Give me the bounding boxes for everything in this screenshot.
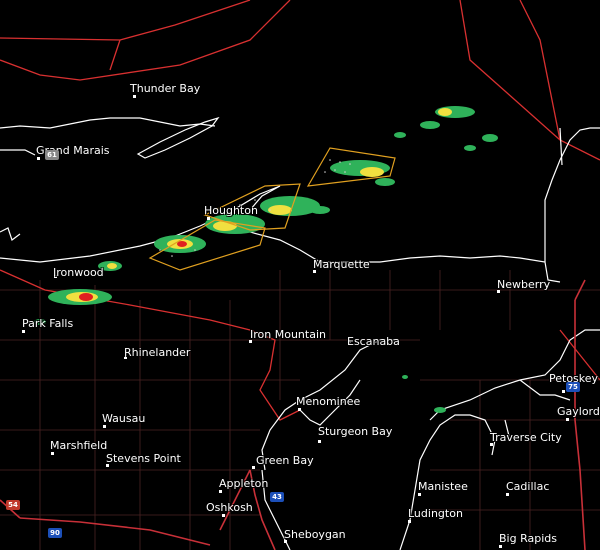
city-dot xyxy=(318,440,321,443)
city-label-cadillac: Cadillac xyxy=(506,480,550,493)
city-label-manistee: Manistee xyxy=(418,480,468,493)
city-dot xyxy=(51,452,54,455)
city-dot xyxy=(506,493,509,496)
city-label-oshkosh: Oshkosh xyxy=(206,501,253,514)
city-dot xyxy=(562,390,565,393)
city-dot xyxy=(207,217,210,220)
city-label-sheboygan: Sheboygan xyxy=(284,528,346,541)
city-label-thunder-bay: Thunder Bay xyxy=(130,82,201,95)
interstate-43-shield: 43 xyxy=(270,492,284,502)
city-dot xyxy=(499,545,502,548)
city-dot xyxy=(133,95,136,98)
city-label-escanaba: Escanaba xyxy=(347,335,400,348)
city-label-park-falls: Park Falls xyxy=(22,317,74,330)
city-label-newberry: Newberry xyxy=(497,278,551,291)
interstates xyxy=(0,279,586,550)
city-label-traverse-city: Traverse City xyxy=(490,431,562,444)
city-label-rhinelander: Rhinelander xyxy=(124,346,191,359)
city-dot xyxy=(37,157,40,160)
city-dot xyxy=(252,466,255,469)
radar-map: Thunder Bay Grand Marais Houghton Ironwo… xyxy=(0,0,600,550)
city-dot xyxy=(219,490,222,493)
city-dot xyxy=(418,493,421,496)
city-label-ironwood: Ironwood xyxy=(53,266,104,279)
city-label-marquette: Marquette xyxy=(313,258,370,271)
city-dot xyxy=(222,514,225,517)
city-dot xyxy=(298,408,301,411)
city-label-iron-mountain: Iron Mountain xyxy=(250,328,326,341)
city-label-sturgeon-bay: Sturgeon Bay xyxy=(318,425,393,438)
city-label-stevens-point: Stevens Point xyxy=(106,452,181,465)
highway-61-shield: 61 xyxy=(45,150,59,160)
city-label-green-bay: Green Bay xyxy=(256,454,314,467)
city-dot xyxy=(22,330,25,333)
city-label-gaylord: Gaylord xyxy=(557,405,600,418)
city-label-appleton: Appleton xyxy=(219,477,269,490)
city-label-houghton: Houghton xyxy=(204,204,258,217)
city-dot xyxy=(103,425,106,428)
interstate-75-shield: 75 xyxy=(566,382,580,392)
city-label-ludington: Ludington xyxy=(408,507,463,520)
city-label-big-rapids: Big Rapids xyxy=(499,532,557,545)
city-label-wausau: Wausau xyxy=(102,412,146,425)
highway-54-shield: 54 xyxy=(6,500,20,510)
city-label-menominee: Menominee xyxy=(296,395,361,408)
city-dot xyxy=(566,418,569,421)
interstate-90-shield: 90 xyxy=(48,528,62,538)
city-label-marshfield: Marshfield xyxy=(50,439,108,452)
city-dot xyxy=(408,520,411,523)
